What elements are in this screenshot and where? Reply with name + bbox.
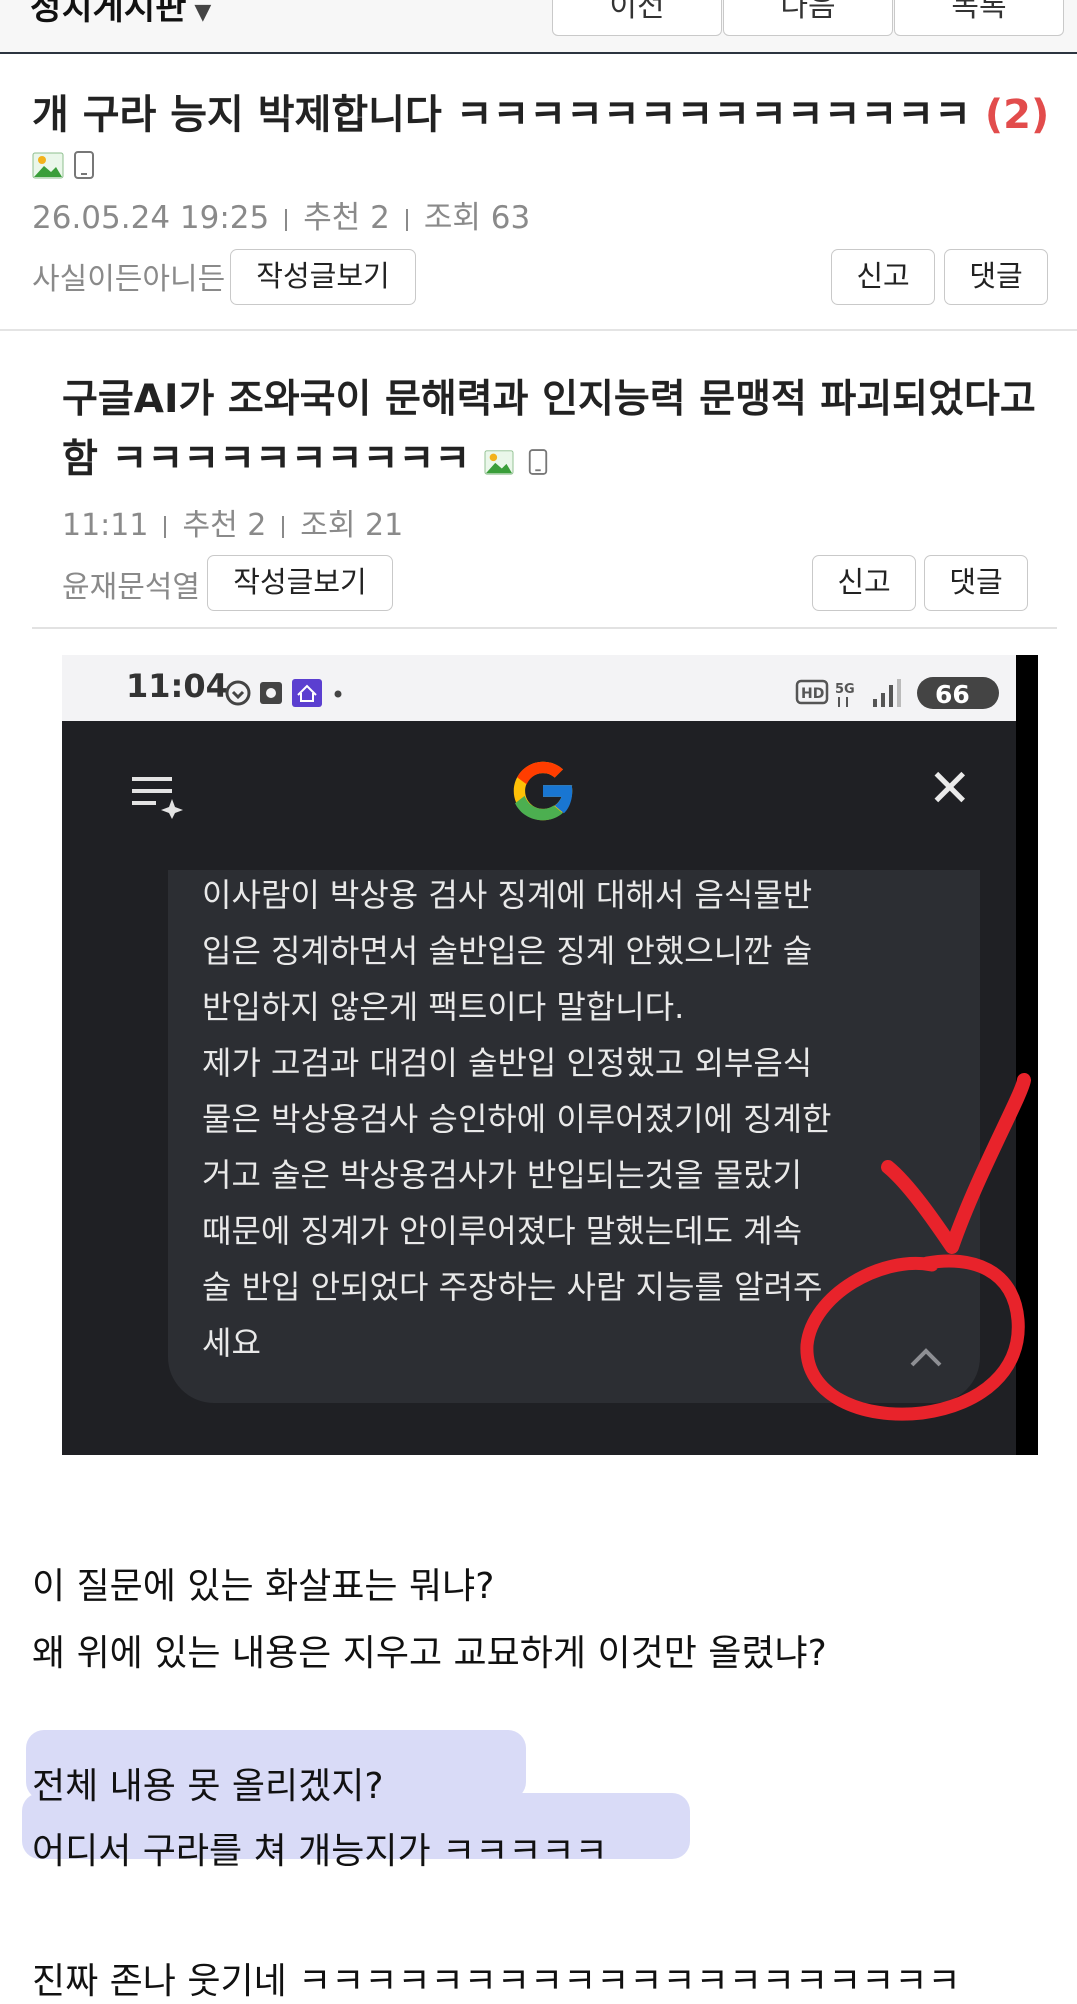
post-author[interactable]: 윤재문석열 — [62, 562, 200, 606]
top-nav: 정치게시판 ▼ 이전 다음 목록 — [0, 0, 1077, 54]
image-icon — [484, 449, 514, 475]
body-line-3: 전체 내용 못 올리겠지? — [32, 1766, 384, 1807]
post-views: 조회 63 — [423, 200, 531, 236]
mobile-icon — [74, 151, 94, 179]
post-icons — [32, 150, 96, 180]
view-posts-button[interactable]: 작성글보기 — [207, 555, 393, 611]
post-item: 개 구라 능지 박제합니다 ㅋㅋㅋㅋㅋㅋㅋㅋㅋㅋㅋㅋㅋㅋ (2) 26.05.2… — [0, 54, 1077, 331]
status-time: 11:04 — [126, 667, 228, 705]
post-title[interactable]: 구글AI가 조와국이 문해력과 인지능력 문맹적 파괴되었다고 함 ㅋㅋㅋㅋㅋㅋ… — [62, 370, 1042, 490]
close-icon[interactable]: ✕ — [928, 763, 972, 815]
google-g-logo — [513, 761, 575, 821]
battery-level: 66 — [935, 680, 970, 709]
phone-status-bar: 11:04 HD 5G 66 — [62, 655, 1018, 721]
post-title-text: 개 구라 능지 박제합니다 ㅋㅋㅋㅋㅋㅋㅋㅋㅋㅋㅋㅋㅋㅋ — [32, 92, 971, 138]
view-posts-button[interactable]: 작성글보기 — [230, 249, 416, 305]
meta-separator — [282, 515, 285, 538]
meta-separator — [285, 208, 288, 231]
post-meta: 26.05.24 19:25 추천 2 조회 63 — [32, 192, 530, 237]
comment-button[interactable]: 댓글 — [944, 249, 1048, 305]
post-title[interactable]: 개 구라 능지 박제합니다 ㅋㅋㅋㅋㅋㅋㅋㅋㅋㅋㅋㅋㅋㅋ (2) — [32, 82, 1049, 140]
chevron-down-icon: ▼ — [194, 0, 212, 25]
body-line-5: 진짜 존나 웃기네 ㅋㅋㅋㅋㅋㅋㅋㅋㅋㅋㅋㅋㅋㅋㅋㅋㅋㅋㅋㅋ — [32, 1961, 961, 2002]
svg-text:HD: HD — [801, 686, 824, 702]
post-author[interactable]: 사실이든아니든 — [32, 254, 225, 298]
report-button[interactable]: 신고 — [831, 249, 935, 305]
board-name-label: 정치게시판 — [30, 0, 187, 28]
chevron-up-icon[interactable] — [908, 1345, 944, 1369]
image-icon — [32, 152, 64, 179]
body-line-4: 어디서 구라를 쳐 개능지가 ㅋㅋㅋㅋㅋ — [32, 1831, 608, 1872]
divider — [32, 627, 1057, 629]
sparkle-list-icon[interactable] — [128, 773, 184, 819]
body-line-1: 이 질문에 있는 화살표는 뭐냐? — [32, 1566, 495, 1607]
attached-screenshot[interactable]: 11:04 HD 5G 66 ✕ 이사람이 박상용 검사 징계에 대해서 음식물… — [62, 655, 1038, 1455]
screen-edge — [1016, 655, 1038, 1455]
post-recommend: 추천 2 — [182, 508, 267, 543]
post-item: 구글AI가 조와국이 문해력과 인지능력 문맹적 파괴되었다고 함 ㅋㅋㅋㅋㅋㅋ… — [0, 330, 1077, 630]
mobile-icon — [529, 448, 548, 475]
post-meta: 11:11 추천 2 조회 21 — [62, 500, 403, 544]
comment-count: (2) — [984, 92, 1050, 138]
status-icons-right: HD 5G 66 — [795, 677, 999, 709]
list-button[interactable]: 목록 — [894, 0, 1064, 36]
next-button[interactable]: 다음 — [723, 0, 893, 36]
post-views: 조회 21 — [300, 508, 404, 543]
board-name-dropdown[interactable]: 정치게시판 ▼ — [30, 0, 211, 29]
post-time: 11:11 — [62, 508, 149, 543]
post-recommend: 추천 2 — [303, 200, 390, 236]
post-date: 26.05.24 19:25 — [32, 200, 270, 236]
body-line-2: 왜 위에 있는 내용은 지우고 교묘하게 이것만 올렸냐? — [32, 1633, 827, 1674]
meta-separator — [164, 515, 167, 538]
report-button[interactable]: 신고 — [812, 555, 916, 611]
comment-button[interactable]: 댓글 — [924, 555, 1028, 611]
prev-button[interactable]: 이전 — [552, 0, 722, 36]
svg-text:5G: 5G — [835, 682, 855, 697]
meta-separator — [405, 208, 408, 231]
status-icons-left — [225, 679, 342, 707]
query-text: 이사람이 박상용 검사 징계에 대해서 음식물반 입은 징계하면서 술반입은 징… — [202, 876, 832, 1362]
